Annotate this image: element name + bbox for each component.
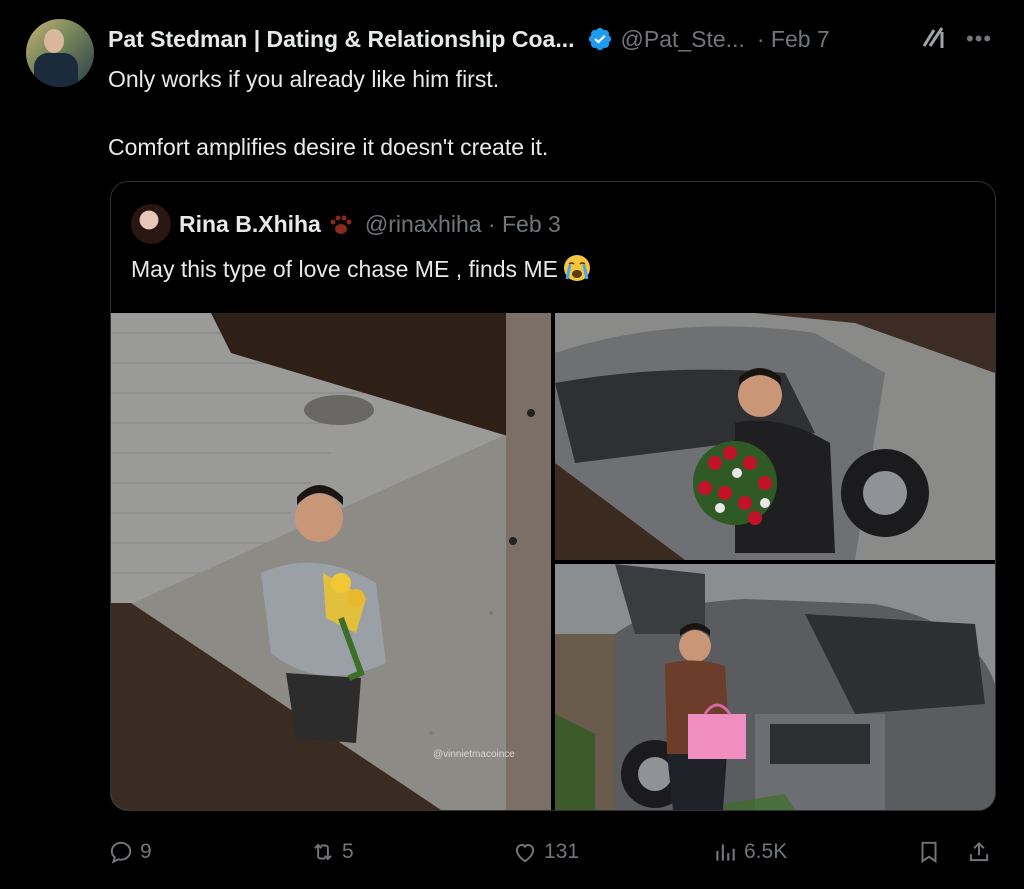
verified-badge-icon[interactable] [587, 26, 613, 52]
quote-author-avatar[interactable] [131, 204, 171, 244]
more-icon[interactable]: ••• [966, 26, 994, 51]
quote-header: Rina B.Xhiha @rinaxhiha · Feb 3 [131, 204, 561, 244]
tweet-date[interactable]: · Feb 7 [757, 26, 830, 53]
like-button[interactable]: 131 [512, 834, 579, 870]
author-name[interactable]: Pat Stedman | Dating & Relationship Coa.… [108, 26, 575, 53]
photo-2-art [555, 313, 995, 560]
photo-roses-car[interactable] [555, 313, 995, 560]
share-icon [969, 841, 989, 862]
photo-watermark: @vinnietmacoince [433, 749, 515, 760]
views-button[interactable]: 6.5K [712, 834, 787, 870]
tweet-text: Only works if you already like him first… [108, 62, 548, 164]
reply-icon [110, 841, 132, 864]
media-grid: @vinnietmacoince [111, 313, 995, 810]
action-bar: 9 5 131 6.5K [108, 834, 996, 870]
views-icon [716, 844, 735, 861]
quoted-tweet[interactable]: Rina B.Xhiha @rinaxhiha · Feb 3 May this… [110, 181, 996, 811]
crying-emoji-icon [563, 255, 590, 281]
tweet-line-2: Comfort amplifies desire it doesn't crea… [108, 134, 549, 160]
author-avatar[interactable] [26, 19, 94, 87]
like-icon [515, 843, 535, 863]
tweet-header: Pat Stedman | Dating & Relationship Coa.… [108, 22, 830, 56]
photo-3-art [555, 564, 995, 810]
quote-text: May this type of love chase ME , finds M… [131, 256, 558, 282]
reply-count: 9 [140, 840, 152, 863]
quote-author-handle[interactable]: @rinaxhiha · Feb 3 [365, 211, 561, 238]
bookmark-icon [921, 841, 937, 864]
tweet-line-1: Only works if you already like him first… [108, 66, 500, 92]
author-handle[interactable]: @Pat_Ste... [621, 26, 745, 53]
photo-gift-bag-car[interactable] [555, 564, 995, 810]
reply-button[interactable]: 9 [108, 834, 152, 870]
retweet-icon [314, 843, 332, 861]
paw-icon [330, 215, 352, 234]
photo-flowers-sidewalk[interactable]: @vinnietmacoince [111, 313, 551, 810]
like-count: 131 [544, 840, 580, 863]
quote-text-row: May this type of love chase ME , finds M… [131, 252, 592, 286]
bookmark-button[interactable] [916, 834, 942, 870]
grok-icon[interactable] [920, 24, 948, 52]
quote-author-name[interactable]: Rina B.Xhiha [179, 211, 321, 238]
photo-1-art [111, 313, 551, 810]
retweet-count: 5 [342, 840, 354, 863]
retweet-button[interactable]: 5 [310, 834, 354, 870]
share-button[interactable] [966, 834, 992, 870]
views-count: 6.5K [744, 840, 788, 863]
